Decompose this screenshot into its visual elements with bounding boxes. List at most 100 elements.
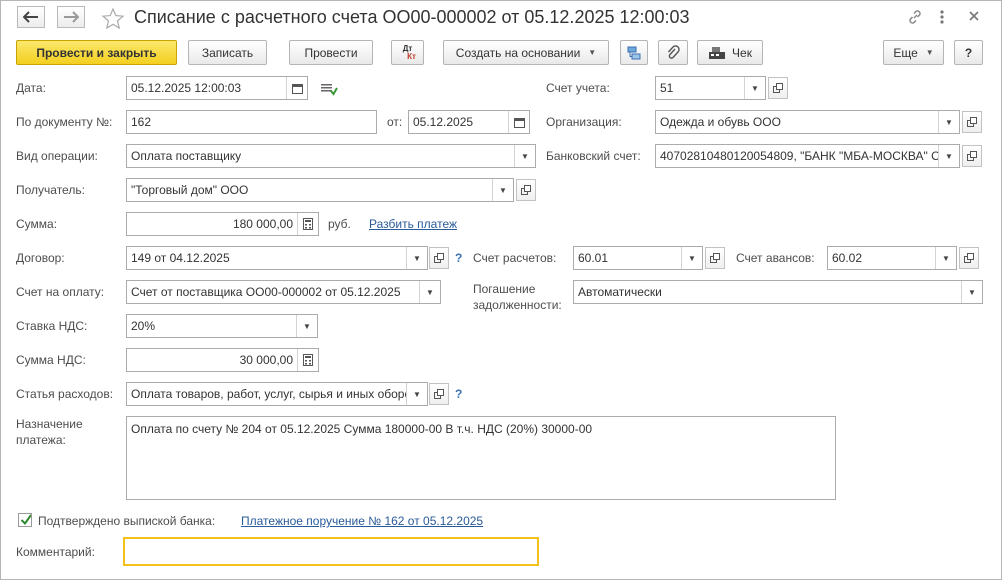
confirmed-checkbox[interactable] [18, 513, 32, 527]
advance-account-field[interactable]: 60.02 ▼ [827, 246, 957, 270]
calendar-icon[interactable] [508, 111, 529, 133]
account-field[interactable]: 51 ▼ [655, 76, 766, 100]
chevron-down-icon: ▼ [588, 48, 597, 57]
receipt-label: Чек [732, 45, 752, 60]
doc-number-label: По документу №: [16, 115, 113, 129]
comment-input[interactable] [123, 537, 539, 566]
open-window-icon [434, 389, 444, 399]
date-field[interactable]: 05.12.2025 12:00:03 [126, 76, 308, 100]
structure-button[interactable] [620, 40, 648, 65]
vat-amount-value: 30 000,00 [239, 353, 293, 367]
doc-date-field[interactable]: 05.12.2025 [408, 110, 530, 134]
payment-order-link[interactable]: Платежное поручение № 162 от 05.12.2025 [241, 514, 483, 528]
chevron-down-icon[interactable]: ▼ [938, 111, 959, 133]
expense-item-field[interactable]: Оплата товаров, работ, услуг, сырья и ин… [126, 382, 428, 406]
organization-value: Одежда и обувь ООО [660, 115, 781, 129]
settlement-account-value: 60.01 [578, 251, 609, 265]
paperclip-icon [667, 44, 680, 59]
bank-account-label: Банковский счет: [546, 149, 641, 163]
amount-value: 180 000,00 [232, 217, 293, 231]
confirmed-label: Подтверждено выпиской банка: [38, 514, 216, 528]
forward-button[interactable] [57, 6, 85, 28]
organization-field[interactable]: Одежда и обувь ООО ▼ [655, 110, 960, 134]
bank-account-field[interactable]: 40702810480120054809, "БАНК "МБА-МОСКВА"… [655, 144, 960, 168]
invoice-value: Счет от поставщика ОО00-000002 от 05.12.… [131, 285, 401, 299]
chevron-down-icon[interactable]: ▼ [935, 247, 956, 269]
more-label: Еще [893, 45, 918, 60]
chevron-down-icon[interactable]: ▼ [406, 247, 427, 269]
comment-label: Комментарий: [16, 545, 95, 559]
organization-open-button[interactable] [962, 111, 982, 133]
post-button[interactable]: Провести [289, 40, 373, 65]
events-list-icon[interactable] [320, 82, 338, 99]
checkmark-icon [20, 514, 31, 526]
chevron-down-icon[interactable]: ▼ [744, 77, 765, 99]
favorite-star-icon[interactable] [101, 7, 125, 32]
chevron-down-icon[interactable]: ▼ [961, 281, 982, 303]
invoice-field[interactable]: Счет от поставщика ОО00-000002 от 05.12.… [126, 280, 441, 304]
operation-select[interactable]: Оплата поставщику ▼ [126, 144, 536, 168]
recipient-field[interactable]: "Торговый дом" ООО ▼ [126, 178, 514, 202]
date-value: 05.12.2025 12:00:03 [131, 81, 242, 95]
dt-kt-button[interactable]: Дт Кт [391, 40, 424, 65]
debt-repayment-value: Автоматически [578, 285, 662, 299]
expense-item-help-icon[interactable]: ? [455, 387, 462, 401]
calendar-icon[interactable] [286, 77, 307, 99]
back-button[interactable] [17, 6, 45, 28]
chevron-down-icon[interactable]: ▼ [681, 247, 702, 269]
arrow-left-icon [23, 11, 38, 23]
contract-open-button[interactable] [429, 247, 449, 269]
contract-help-icon[interactable]: ? [455, 251, 462, 265]
settlement-account-field[interactable]: 60.01 ▼ [573, 246, 703, 270]
open-window-icon [434, 253, 444, 263]
structure-icon [627, 46, 641, 59]
currency-label: руб. [328, 217, 351, 231]
debt-repayment-select[interactable]: Автоматически ▼ [573, 280, 983, 304]
vat-amount-field[interactable]: 30 000,00 [126, 348, 319, 372]
more-vertical-icon[interactable] [939, 9, 945, 28]
attach-button[interactable] [658, 40, 688, 65]
bank-account-value: 40702810480120054809, "БАНК "МБА-МОСКВА"… [660, 149, 938, 163]
chevron-down-icon[interactable]: ▼ [492, 179, 513, 201]
split-payment-link[interactable]: Разбить платеж [369, 217, 457, 231]
settlement-account-open-button[interactable] [705, 247, 725, 269]
settlement-account-label: Счет расчетов: [473, 251, 557, 265]
chevron-down-icon: ▼ [925, 48, 934, 57]
vat-rate-select[interactable]: 20% ▼ [126, 314, 318, 338]
calculator-icon[interactable] [297, 349, 318, 371]
purpose-textarea[interactable]: Оплата по счету № 204 от 05.12.2025 Сумм… [126, 416, 836, 500]
bank-account-open-button[interactable] [962, 145, 982, 167]
doc-number-field[interactable]: 162 [126, 110, 377, 134]
account-open-button[interactable] [768, 77, 788, 99]
link-icon[interactable] [907, 9, 923, 28]
open-window-icon [967, 151, 977, 161]
save-button[interactable]: Записать [188, 40, 267, 65]
cash-register-icon [709, 46, 726, 59]
purpose-label: Назначение платежа: [16, 417, 83, 447]
recipient-open-button[interactable] [516, 179, 536, 201]
chevron-down-icon[interactable]: ▼ [514, 145, 535, 167]
recipient-value: "Торговый дом" ООО [131, 183, 249, 197]
amount-field[interactable]: 180 000,00 [126, 212, 319, 236]
chevron-down-icon[interactable]: ▼ [938, 145, 959, 167]
chevron-down-icon[interactable]: ▼ [406, 383, 427, 405]
post-and-close-button[interactable]: Провести и закрыть [16, 40, 177, 65]
contract-field[interactable]: 149 от 04.12.2025 ▼ [126, 246, 428, 270]
vat-amount-label: Сумма НДС: [16, 353, 86, 367]
operation-value: Оплата поставщику [131, 149, 242, 163]
expense-item-open-button[interactable] [429, 383, 449, 405]
calculator-icon[interactable] [297, 213, 318, 235]
advance-account-open-button[interactable] [959, 247, 979, 269]
chevron-down-icon[interactable]: ▼ [419, 281, 440, 303]
create-based-on-button[interactable]: Создать на основании ▼ [443, 40, 609, 65]
advance-account-label: Счет авансов: [736, 251, 815, 265]
open-window-icon [773, 83, 783, 93]
chevron-down-icon[interactable]: ▼ [296, 315, 317, 337]
advance-account-value: 60.02 [832, 251, 863, 265]
close-icon[interactable] [968, 10, 980, 25]
debt-repayment-label: Погашение задолженности: [473, 282, 562, 312]
more-button[interactable]: Еще ▼ [883, 40, 944, 65]
help-button[interactable]: ? [954, 40, 983, 65]
window-title: Списание с расчетного счета ОО00-000002 … [134, 7, 690, 27]
receipt-button[interactable]: Чек [697, 40, 763, 65]
